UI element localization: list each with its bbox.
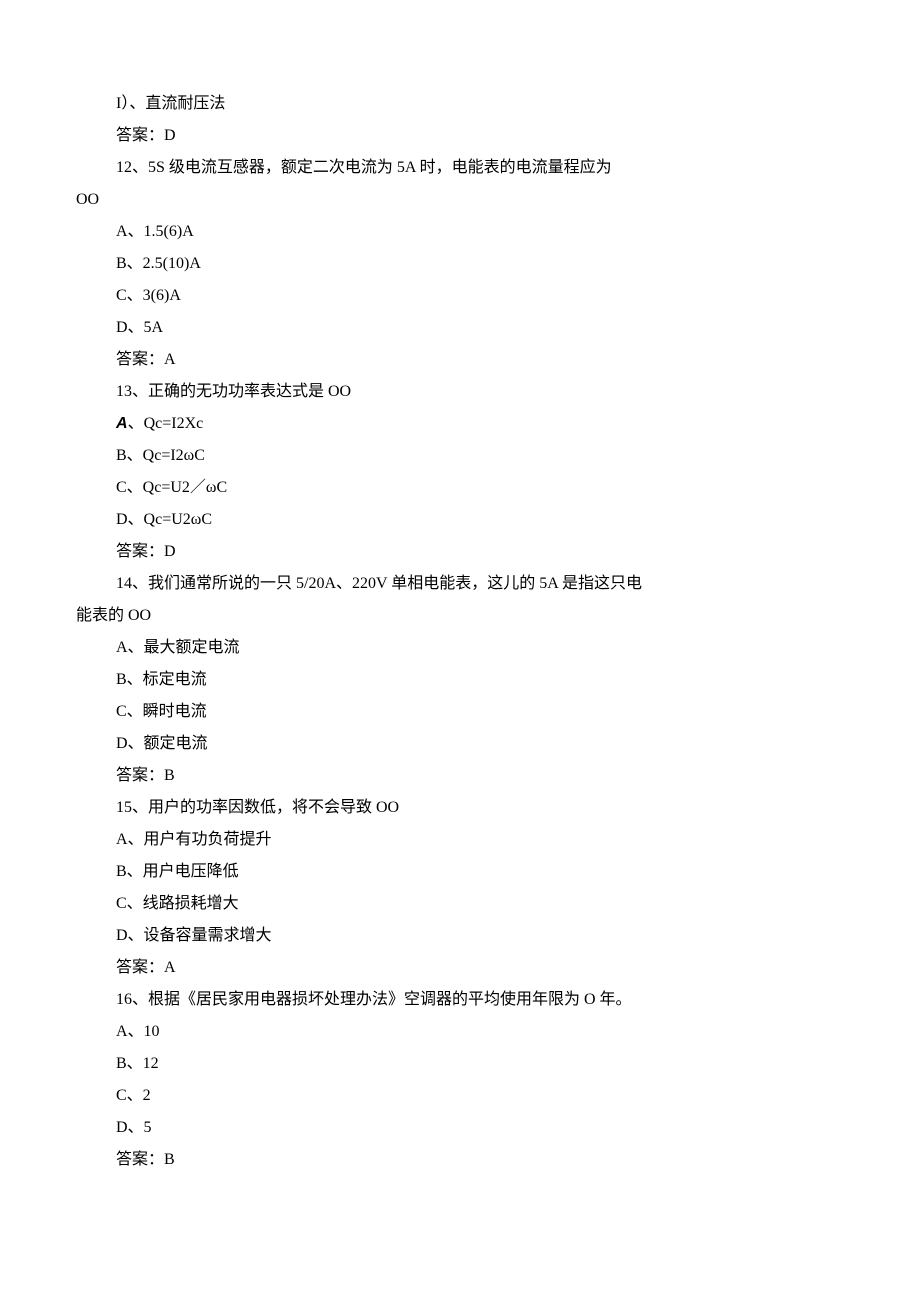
- text-line: C、线路损耗增大: [76, 888, 844, 920]
- text-line: D、5A: [76, 312, 844, 344]
- text-line: A、10: [76, 1016, 844, 1048]
- text-line: 能表的 OO: [76, 600, 844, 632]
- text-line: B、12: [76, 1048, 844, 1080]
- text-line: C、瞬时电流: [76, 696, 844, 728]
- text-line: C、Qc=U2／ωC: [76, 472, 844, 504]
- text-line: D、5: [76, 1112, 844, 1144]
- text-line: I）、直流耐压法: [76, 88, 844, 120]
- text-line: OO: [76, 184, 844, 216]
- text-line: A、用户有功负荷提升: [76, 824, 844, 856]
- text-line: 14、我们通常所说的一只 5/20A、220V 单相电能表，这儿的 5A 是指这…: [76, 568, 844, 600]
- line-prefix: A: [116, 415, 128, 432]
- text-line: 答案：A: [76, 344, 844, 376]
- text-line: 答案：A: [76, 952, 844, 984]
- text-line: D、额定电流: [76, 728, 844, 760]
- text-line: A、1.5(6)A: [76, 216, 844, 248]
- text-line: 答案：D: [76, 120, 844, 152]
- text-line: 答案：D: [76, 536, 844, 568]
- text-line: D、设备容量需求增大: [76, 920, 844, 952]
- text-line: 16、根据《居民家用电器损坏处理办法》空调器的平均使用年限为 O 年。: [76, 984, 844, 1016]
- text-line: C、2: [76, 1080, 844, 1112]
- text-line: B、用户电压降低: [76, 856, 844, 888]
- text-line: A、最大额定电流: [76, 632, 844, 664]
- text-line: D、Qc=U2ωC: [76, 504, 844, 536]
- line-text: 、Qc=I2Xc: [128, 415, 204, 432]
- text-line: 15、用户的功率因数低，将不会导致 OO: [76, 792, 844, 824]
- text-line: 答案：B: [76, 760, 844, 792]
- text-line: B、Qc=I2ωC: [76, 440, 844, 472]
- text-line: A、Qc=I2Xc: [76, 408, 844, 440]
- document-page: I）、直流耐压法答案：D12、5S 级电流互感器，额定二次电流为 5A 时，电能…: [0, 0, 920, 1301]
- text-line: B、2.5(10)A: [76, 248, 844, 280]
- text-line: B、标定电流: [76, 664, 844, 696]
- text-line: 答案：B: [76, 1144, 844, 1176]
- text-line: 13、正确的无功功率表达式是 OO: [76, 376, 844, 408]
- text-line: 12、5S 级电流互感器，额定二次电流为 5A 时，电能表的电流量程应为: [76, 152, 844, 184]
- text-line: C、3(6)A: [76, 280, 844, 312]
